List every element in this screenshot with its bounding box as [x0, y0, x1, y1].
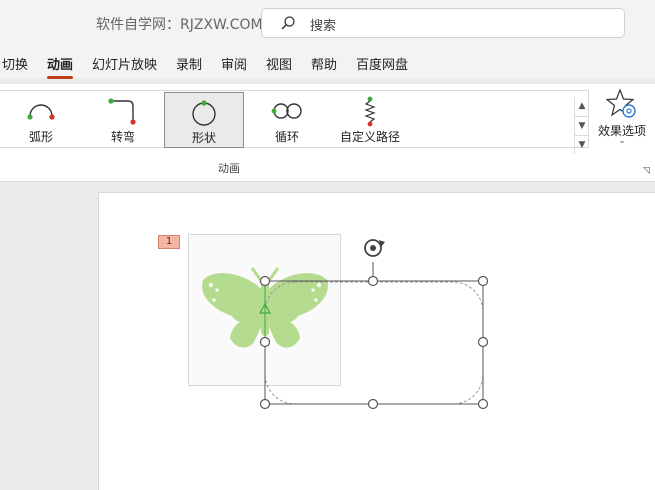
resize-handle-left[interactable]	[259, 336, 271, 348]
rotate-handle-icon[interactable]	[364, 239, 385, 257]
resize-handle-top[interactable]	[367, 275, 379, 287]
resize-handle-bottom[interactable]	[367, 398, 379, 410]
resize-handle-top-right[interactable]	[477, 275, 489, 287]
resize-handle-bottom-left[interactable]	[259, 398, 271, 410]
resize-handle-top-left[interactable]	[259, 275, 271, 287]
resize-handle-right[interactable]	[477, 336, 489, 348]
resize-handle-bottom-right[interactable]	[477, 398, 489, 410]
slide-overlay	[202, 239, 489, 410]
